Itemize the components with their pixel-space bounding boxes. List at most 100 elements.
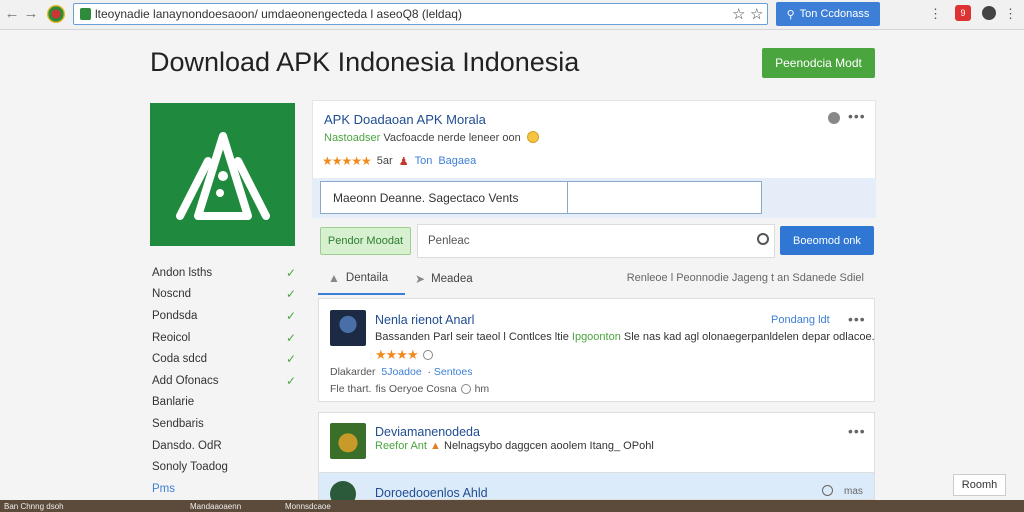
more-options-icon[interactable]: ••• — [848, 311, 866, 327]
star-outline-icon[interactable]: ☆ — [732, 5, 745, 23]
taskbar-item[interactable]: Ban Chnng dsoh — [4, 502, 64, 512]
more-options-icon[interactable]: ••• — [848, 108, 866, 124]
browser-toolbar: ← → lteoynadie lanaynondoesaoon/ umdaeon… — [0, 0, 1024, 30]
sidebar-item-label: Sendbaris — [152, 417, 204, 430]
meta-text: hm — [474, 383, 490, 395]
app-info-card: APK Doadaoan APK Morala Nastoadser Vacfo… — [312, 100, 876, 179]
result-tabs: ▲ Dentaila ➤ Meadea Renleoe l Peonnodie … — [318, 262, 874, 297]
sidebar-item-label: Add Ofonacs — [152, 374, 219, 387]
sidebar-item-label: Coda sdcd — [152, 353, 207, 366]
app-logo — [150, 103, 295, 246]
result-meta: Fle thart. fis Oeryoe Cosna hm — [330, 383, 489, 395]
tab-label: Dentaila — [345, 271, 389, 284]
key-icon: ⚲ — [786, 8, 795, 21]
notification-badge[interactable]: 9 — [955, 5, 971, 21]
search-button[interactable]: Boeomod onk — [780, 226, 874, 255]
tab-note: Renleoe l Peonnodie Jageng t an Sdanede … — [626, 272, 864, 284]
sidebar-item[interactable]: Pondsda ✓ — [152, 305, 302, 327]
result-description: Reefor Ant ▲ Nelnagsybo daggcen aoolem I… — [375, 440, 654, 452]
smiley-icon — [526, 131, 539, 143]
meta-text: fis Oeryoe Cosna — [375, 383, 457, 395]
desc-highlight: Reefor Ant — [375, 440, 427, 452]
sign-in-button[interactable]: ⚲ Ton Ccdonass — [776, 2, 880, 26]
result-link[interactable]: Pondang ldt — [771, 314, 830, 326]
check-icon: ✓ — [285, 265, 296, 280]
filter-button[interactable]: Pendor Moodat — [320, 227, 411, 255]
result-title[interactable]: Deviamanenodeda — [375, 425, 480, 439]
bookmark-star-icon[interactable]: ☆ — [750, 5, 763, 23]
app-thumbnail — [330, 310, 366, 346]
sidebar-item-label: Pondsda — [152, 309, 198, 322]
url-text: lteoynadie lanaynondoesaoon/ umdaeonenge… — [95, 7, 462, 21]
secondary-field[interactable] — [567, 181, 762, 214]
meta-link[interactable]: 5Joadoe — [381, 366, 421, 378]
sidebar-item[interactable]: Add Ofonacs ✓ — [152, 370, 302, 392]
tab-label: Meadea — [431, 272, 473, 285]
meta-link[interactable]: Sentoes — [434, 366, 473, 378]
list-item[interactable]: Nenla rienot Anarl Pondang ldt ••• Bassa… — [318, 298, 875, 402]
download-cta-button[interactable]: Peenodcia Modt — [762, 48, 875, 78]
more-link[interactable]: mas — [844, 486, 863, 497]
meta-label: Dlakarder — [330, 366, 376, 378]
check-icon: ✓ — [285, 308, 296, 323]
result-title[interactable]: Nenla rienot Anarl — [375, 313, 474, 327]
browser-logo-icon — [47, 5, 65, 23]
search-icon[interactable] — [757, 233, 769, 245]
fire-icon: ▲ — [430, 440, 441, 452]
desc-text: Bassanden Parl seir taeol l Contlces lti… — [375, 331, 572, 343]
sidebar-item[interactable]: Andon lsths ✓ — [152, 262, 302, 284]
address-bar[interactable]: lteoynadie lanaynondoesaoon/ umdaeonenge… — [73, 3, 768, 25]
app-thumbnail — [330, 423, 366, 459]
taskbar-item[interactable]: Mandaaoaenn — [190, 502, 241, 512]
list-item[interactable]: Deviamanenodeda ••• Reefor Ant ▲ Nelnags… — [318, 412, 875, 474]
sidebar-item[interactable]: Sendbaris — [152, 413, 302, 435]
developer-tag[interactable]: Nastoadser — [324, 132, 380, 144]
sidebar-item[interactable]: Reoicol ✓ — [152, 327, 302, 349]
app-rating-row: ★★★★★ 5ar ♟ Ton Bagaea — [322, 154, 476, 168]
sidebar-item[interactable]: Sonoly Toadog — [152, 456, 302, 478]
desc-highlight: Ipgoonton — [571, 331, 621, 343]
sidebar-item-label: Banlarie — [152, 396, 195, 409]
result-title[interactable]: Doroedooenlos Ahld — [375, 486, 488, 500]
check-icon: ✓ — [285, 287, 296, 302]
pager-button[interactable]: Roomh — [953, 474, 1006, 496]
more-options-icon[interactable]: ••• — [848, 423, 866, 439]
list-item[interactable]: Doroedooenlos Ahld mas — [318, 472, 875, 507]
rating-label: 5ar — [376, 155, 393, 167]
forward-arrow-icon[interactable]: → — [22, 5, 40, 23]
page-title: Download APK Indonesia Indonesia — [150, 47, 580, 77]
lock-icon — [80, 8, 91, 20]
sidebar-item[interactable]: Dansdo. OdR — [152, 435, 302, 457]
tab-details[interactable]: ▲ Dentaila — [318, 262, 405, 295]
meta-text: Fle thart. — [330, 383, 372, 395]
app-subtitle: Nastoadser Vacfoacde nerde leneer oon — [324, 131, 539, 144]
desc-text: Nelnagsybo daggcen aoolem Itang_ OPohl — [444, 440, 654, 452]
back-arrow-icon[interactable]: ← — [3, 5, 21, 23]
sidebar-item-label: Noscnd — [152, 288, 191, 301]
result-rating: ★★★★ — [375, 347, 433, 363]
check-icon: ✓ — [285, 352, 296, 367]
app-title[interactable]: APK Doadaoan APK Morala — [324, 112, 486, 127]
sidebar-item-label: Andon lsths — [152, 266, 213, 279]
query-input[interactable]: Penleac — [417, 224, 775, 258]
result-description: Bassanden Parl seir taeol l Contlces lti… — [375, 331, 875, 343]
sidebar-item[interactable]: Coda sdcd ✓ — [152, 348, 302, 370]
keyword-field[interactable]: Maeonn Deanne. Sagectaco Vents — [320, 181, 568, 214]
desc-text: Sle nas kad agl olonaegerpanldelen depar… — [620, 331, 875, 343]
clock-icon — [460, 384, 471, 394]
taskbar-item[interactable]: Monnsdcaoe — [285, 502, 331, 512]
sidebar-item-label: Reoicol — [152, 331, 191, 344]
info-icon[interactable] — [422, 350, 433, 360]
sidebar-item[interactable]: Noscnd ✓ — [152, 284, 302, 306]
menu-dots-icon[interactable]: ⋮ — [1004, 6, 1017, 22]
extensions-icon[interactable]: ⋮ — [929, 6, 942, 22]
result-meta: Dlakarder 5Joadoe · Sentoes — [330, 366, 473, 378]
info-icon[interactable] — [828, 112, 840, 124]
sidebar-item[interactable]: Pms — [152, 478, 302, 500]
app-link-1[interactable]: Ton — [415, 155, 433, 167]
sidebar-item[interactable]: Banlarie — [152, 392, 302, 414]
tab-media[interactable]: ➤ Meadea — [405, 262, 483, 295]
profile-avatar-icon[interactable] — [982, 6, 996, 20]
share-arrow-icon: ➤ — [415, 271, 426, 286]
app-link-2[interactable]: Bagaea — [438, 155, 476, 167]
